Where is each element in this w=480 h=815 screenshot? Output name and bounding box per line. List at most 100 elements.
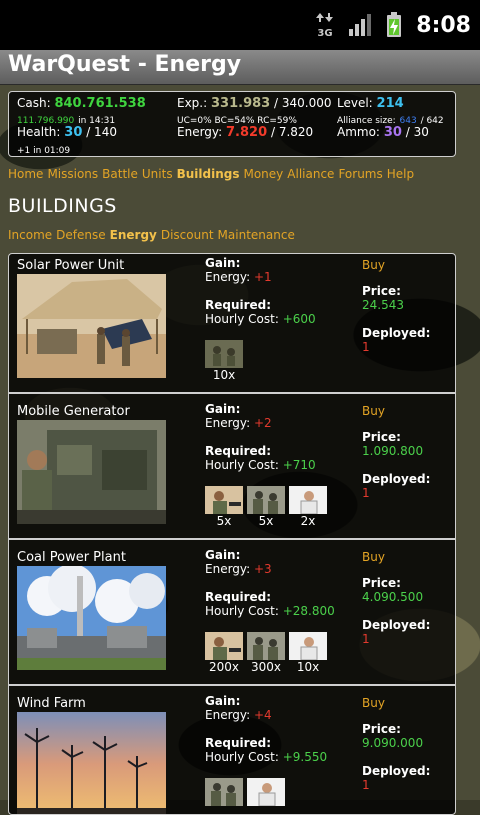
main-nav: Home Missions Battle Units Buildings Money All… bbox=[8, 167, 418, 181]
price-label: Price: bbox=[362, 430, 401, 444]
unit-count: 200x bbox=[208, 660, 239, 674]
price-label: Price: bbox=[362, 284, 401, 298]
item-divider bbox=[9, 392, 455, 394]
building-name: Solar Power Unit bbox=[17, 258, 125, 273]
alliance-stat: Alliance size: 643 / 642 bbox=[337, 116, 444, 126]
unit-thumbnail bbox=[247, 632, 285, 660]
energy-value: 7.820 bbox=[226, 125, 268, 140]
required-units: 10x bbox=[205, 340, 247, 382]
required-unit bbox=[247, 778, 285, 806]
deployed-label: Deployed: bbox=[362, 472, 431, 486]
unit-count: 300x bbox=[250, 660, 281, 674]
building-image bbox=[17, 274, 166, 378]
nav-units[interactable]: Units bbox=[142, 167, 173, 181]
unit-count: 10x bbox=[296, 660, 320, 674]
level-value: 214 bbox=[376, 96, 404, 111]
buy-button[interactable]: Buy bbox=[362, 258, 385, 272]
item-divider bbox=[9, 538, 455, 540]
required-units: 200x 300x 10x bbox=[205, 632, 331, 674]
exp-value: 331.983 bbox=[211, 96, 271, 111]
required-unit: 2x bbox=[289, 486, 327, 528]
subnav-defense[interactable]: Defense bbox=[56, 228, 105, 242]
ammo-stat: Ammo: 30 / 30 bbox=[337, 125, 429, 140]
unit-thumbnail bbox=[205, 486, 243, 514]
required-unit: 10x bbox=[289, 632, 327, 674]
hourly-cost: Hourly Cost: +600 bbox=[205, 312, 316, 326]
app-title-bar: WarQuest - Energy bbox=[0, 50, 480, 85]
building-image bbox=[17, 420, 166, 524]
bank-stat: 111.796.990 in 14:31 bbox=[17, 112, 115, 126]
required-unit: 200x bbox=[205, 632, 243, 674]
unit-thumbnail bbox=[289, 486, 327, 514]
unit-thumbnail bbox=[247, 778, 285, 806]
deployed-label: Deployed: bbox=[362, 326, 431, 340]
deployed-count: 1 bbox=[362, 632, 370, 646]
unit-thumbnail bbox=[205, 632, 243, 660]
price-label: Price: bbox=[362, 722, 401, 736]
level-stat: Level: 214 bbox=[337, 96, 404, 111]
cash-label: Cash: bbox=[17, 96, 51, 110]
nav-battle[interactable]: Battle bbox=[102, 167, 138, 181]
deployed-count: 1 bbox=[362, 778, 370, 792]
gain-label: Gain: bbox=[205, 548, 241, 562]
required-label: Required: bbox=[205, 736, 272, 750]
exp-detail: UC=0% BC=54% RC=59% bbox=[177, 116, 297, 126]
nav-home[interactable]: Home bbox=[8, 167, 43, 181]
nav-missions[interactable]: Missions bbox=[47, 167, 98, 181]
subnav-energy[interactable]: Energy bbox=[110, 228, 157, 242]
exp-max: / 340.000 bbox=[274, 96, 332, 110]
deployed-label: Deployed: bbox=[362, 618, 431, 632]
subnav-income[interactable]: Income bbox=[8, 228, 52, 242]
ammo-label: Ammo: bbox=[337, 125, 380, 139]
price-value: 4.090.500 bbox=[362, 590, 424, 604]
buy-button[interactable]: Buy bbox=[362, 550, 385, 564]
buy-button[interactable]: Buy bbox=[362, 404, 385, 418]
exp-stat: Exp.: 331.983 / 340.000 bbox=[177, 96, 332, 111]
battery-charging-icon bbox=[386, 12, 402, 38]
unit-count: 10x bbox=[212, 368, 236, 382]
building-item-mobile-generator: Mobile Generator Gain: Energy: +2 Requir… bbox=[9, 400, 455, 540]
nav-help[interactable]: Help bbox=[387, 167, 414, 181]
required-unit: 10x bbox=[205, 340, 243, 382]
clock-time: 8:08 bbox=[416, 12, 471, 38]
player-stats-panel: Cash: 840.761.538 111.796.990 in 14:31 H… bbox=[8, 91, 456, 157]
unit-thumbnail bbox=[205, 340, 243, 368]
price-value: 9.090.000 bbox=[362, 736, 424, 750]
nav-forums[interactable]: Forums bbox=[338, 167, 382, 181]
buy-button[interactable]: Buy bbox=[362, 696, 385, 710]
gain-label: Gain: bbox=[205, 694, 241, 708]
hourly-cost: Hourly Cost: +28.800 bbox=[205, 604, 335, 618]
health-value: 30 bbox=[64, 125, 83, 140]
required-unit: 5x bbox=[205, 486, 243, 528]
energy-label: Energy: bbox=[177, 125, 223, 139]
page-title: BUILDINGS bbox=[8, 195, 117, 217]
deployed-label: Deployed: bbox=[362, 764, 431, 778]
gain-label: Gain: bbox=[205, 256, 241, 270]
required-unit: 5x bbox=[247, 486, 285, 528]
unit-thumbnail bbox=[247, 486, 285, 514]
hourly-cost: Hourly Cost: +710 bbox=[205, 458, 316, 472]
nav-money[interactable]: Money bbox=[243, 167, 283, 181]
nav-alliance[interactable]: Alliance bbox=[287, 167, 334, 181]
ammo-value: 30 bbox=[383, 125, 402, 140]
building-name: Mobile Generator bbox=[17, 404, 130, 419]
health-max: / 140 bbox=[86, 125, 117, 139]
level-label: Level: bbox=[337, 96, 373, 110]
required-units bbox=[205, 778, 289, 806]
required-unit bbox=[205, 778, 243, 806]
unit-count: 5x bbox=[258, 514, 274, 528]
buildings-list: Solar Power Unit Gain: Energy: +1 Requir… bbox=[8, 253, 456, 815]
ammo-max: / 30 bbox=[405, 125, 429, 139]
energy-max: / 7.820 bbox=[270, 125, 314, 139]
signal-strength-icon bbox=[348, 13, 372, 37]
building-item-coal-power-plant: Coal Power Plant Gain: Energy: +3 Requir… bbox=[9, 546, 455, 686]
energy-gain: Energy: +3 bbox=[205, 562, 272, 576]
subnav-maintenance[interactable]: Maintenance bbox=[218, 228, 295, 242]
health-stat: Health: 30 / 140 bbox=[17, 125, 117, 140]
nav-buildings[interactable]: Buildings bbox=[177, 167, 240, 181]
subnav-discount[interactable]: Discount bbox=[161, 228, 214, 242]
building-name: Coal Power Plant bbox=[17, 550, 126, 565]
building-item-wind-farm: Wind Farm Gain: Energy: +4 Required: Hou… bbox=[9, 692, 455, 814]
deployed-count: 1 bbox=[362, 486, 370, 500]
svg-text:3G: 3G bbox=[318, 28, 333, 38]
